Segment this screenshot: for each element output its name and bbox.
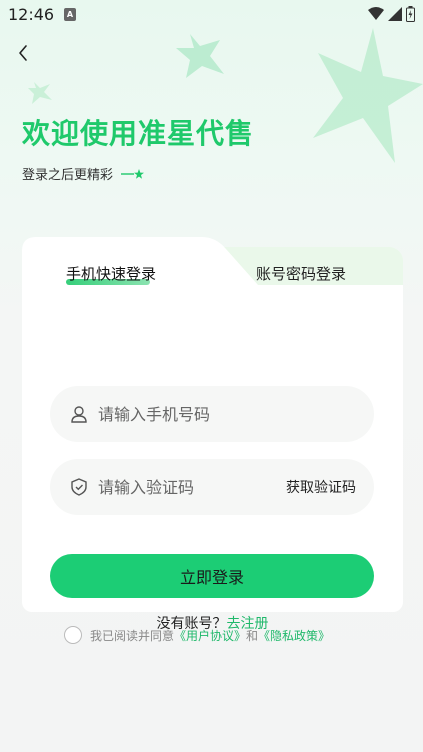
code-input[interactable] bbox=[98, 477, 298, 497]
login-button[interactable]: 立即登录 bbox=[50, 554, 374, 598]
decorative-star-icon bbox=[176, 34, 224, 78]
tab-phone-login[interactable]: 手机快速登录 bbox=[66, 263, 156, 284]
back-button[interactable] bbox=[12, 42, 36, 66]
agreement-and: 和 bbox=[246, 628, 259, 643]
code-field[interactable]: 获取验证码 bbox=[50, 459, 374, 515]
agreement-row: 我已阅读并同意 《用户协议》 和 《隐私政策》 bbox=[64, 626, 330, 644]
phone-field[interactable] bbox=[50, 386, 374, 442]
get-code-button[interactable]: 获取验证码 bbox=[286, 477, 356, 497]
status-time: 12:46 bbox=[8, 5, 55, 24]
user-agreement-link[interactable]: 《用户协议》 bbox=[174, 627, 246, 644]
decorative-star-icon bbox=[28, 82, 52, 104]
chevron-left-icon bbox=[19, 45, 27, 61]
welcome-subtitle: 登录之后更精彩 bbox=[22, 164, 145, 183]
agreement-checkbox[interactable] bbox=[64, 626, 82, 644]
signal-icon bbox=[388, 7, 402, 21]
tab-password-login[interactable]: 账号密码登录 bbox=[256, 263, 346, 284]
wifi-icon bbox=[368, 7, 384, 20]
agreement-prefix: 我已阅读并同意 bbox=[90, 628, 175, 643]
phone-input[interactable] bbox=[98, 404, 298, 424]
welcome-subtitle-text: 登录之后更精彩 bbox=[22, 168, 114, 183]
user-icon bbox=[68, 403, 90, 425]
privacy-policy-link[interactable]: 《隐私政策》 bbox=[258, 627, 330, 644]
login-card: 获取验证码 立即登录 没有账号？去注册 手机快速登录 账号密码登录 bbox=[22, 237, 403, 632]
shield-check-icon bbox=[68, 476, 90, 498]
status-icons bbox=[368, 6, 415, 22]
battery-icon bbox=[406, 6, 415, 22]
welcome-title: 欢迎使用准星代售 bbox=[22, 117, 255, 150]
notification-icon: A bbox=[64, 8, 76, 21]
status-bar: 12:46 A bbox=[0, 0, 423, 30]
decorative-star-icon bbox=[313, 28, 423, 163]
arrow-star-icon bbox=[121, 168, 145, 180]
login-form-panel: 获取验证码 立即登录 没有账号？去注册 bbox=[22, 285, 403, 632]
